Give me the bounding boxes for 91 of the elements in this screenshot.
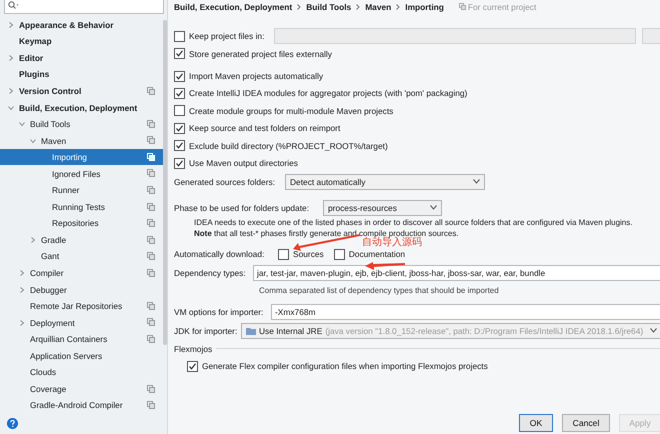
- checkbox[interactable]: [174, 48, 185, 60]
- field-label: VM options for importer:: [174, 306, 264, 317]
- dialog-button[interactable]: OK: [519, 414, 553, 432]
- project-icon: [458, 3, 466, 10]
- checkbox-label: Create IntelliJ IDEA modules for aggregator projects (with 'pom' packaging): [189, 88, 468, 98]
- scrollbar-thumb[interactable]: [163, 20, 167, 345]
- checkbox-label: Store generated project files externally: [189, 48, 332, 59]
- dropdown[interactable]: Detect automatically: [285, 174, 485, 190]
- tree-item[interactable]: Remote Jar Repositories: [0, 298, 167, 314]
- checkbox[interactable]: [174, 158, 185, 169]
- annotation-text: 自动导入源码: [362, 236, 422, 249]
- checkbox-label: Documentation: [348, 249, 406, 260]
- field-label: JDK for importer:: [174, 326, 238, 336]
- checkbox[interactable]: [174, 140, 185, 152]
- tree-item[interactable]: Compiler: [0, 264, 167, 282]
- tree-item[interactable]: Gant: [0, 248, 167, 265]
- tree-item[interactable]: Keymap: [0, 33, 167, 50]
- checkbox-label: Exclude build directory (%PROJECT_ROOT%/target): [189, 140, 388, 151]
- chevron-icon[interactable]: [30, 236, 36, 243]
- chevron-icon[interactable]: [8, 54, 14, 61]
- tree-item[interactable]: Build Tools: [0, 116, 167, 132]
- tree-item[interactable]: Repositories: [0, 215, 167, 232]
- tree-item[interactable]: Debugger: [0, 281, 167, 298]
- chevron-icon[interactable]: [8, 104, 14, 111]
- chevron-icon[interactable]: [8, 22, 14, 28]
- search-icon: [8, 1, 19, 10]
- checkbox[interactable]: [174, 30, 185, 42]
- section-title: Flexmojos: [174, 344, 212, 354]
- caret-icon: [473, 179, 480, 184]
- help-text: Comma separated list of dependency types that should be imported: [259, 284, 500, 297]
- checkbox[interactable]: [174, 88, 185, 99]
- tree-item[interactable]: Editor: [0, 50, 167, 66]
- checkbox-label: Keep project files in:: [189, 31, 264, 41]
- checkbox-label: Sources: [293, 249, 324, 260]
- input-field[interactable]: jar, test-jar, maven-plugin, ejb, ejb-client, jboss-har, jboss-sar, war, ear, bundle: [253, 264, 660, 281]
- checkbox[interactable]: [174, 70, 185, 82]
- checkbox-label: Create module groups for multi-module Maven projects: [189, 106, 394, 116]
- tree-item[interactable]: Runner: [0, 182, 167, 199]
- chevron-icon[interactable]: [19, 121, 25, 128]
- chevron-icon[interactable]: [19, 270, 25, 276]
- checkbox-label: Import Maven projects automatically: [189, 71, 324, 82]
- checkbox[interactable]: [187, 360, 198, 372]
- breadcrumb-item: Build Tools: [306, 2, 352, 12]
- tree-item[interactable]: Arquillian Containers: [0, 330, 167, 348]
- checkbox[interactable]: [174, 105, 185, 116]
- field-label: Automatically download:: [174, 249, 266, 260]
- tree-item[interactable]: Coverage: [0, 380, 167, 398]
- tree-item[interactable]: Maven: [0, 132, 167, 149]
- tree-item[interactable]: Plugins: [0, 66, 167, 83]
- chevron-icon[interactable]: [19, 286, 25, 293]
- input-field[interactable]: -Xmx768m: [271, 304, 660, 320]
- arrow-drawing: [365, 262, 405, 270]
- breadcrumb-item: Importing: [405, 2, 444, 12]
- breadcrumb-item: Build, Execution, Deployment: [174, 2, 292, 12]
- chevron-icon: [297, 4, 302, 10]
- chevron-icon: [356, 4, 360, 10]
- tree-item[interactable]: Gradle: [0, 232, 167, 248]
- tree-item[interactable]: Appearance & Behavior: [0, 16, 167, 34]
- tree-item[interactable]: Gradle-Android Compiler: [0, 397, 167, 414]
- caret-icon: [650, 328, 657, 334]
- dialog-button[interactable]: Cancel: [562, 414, 610, 432]
- caret-icon: [430, 205, 437, 210]
- tree-item[interactable]: Ignored Files: [0, 165, 167, 182]
- field-label: Phase to be used for folders update:: [174, 202, 310, 213]
- chevron-icon[interactable]: [19, 320, 25, 326]
- field-label: Generated sources folders:: [174, 176, 276, 187]
- search-field[interactable]: [4, 0, 164, 14]
- scope-note: For current project: [468, 2, 536, 12]
- checkbox-label: Keep source and test folders on reimport: [189, 123, 340, 134]
- chevron-icon[interactable]: [8, 88, 14, 94]
- checkbox-label: Use Maven output directories: [189, 158, 298, 168]
- tree-item[interactable]: Running Tests: [0, 198, 167, 216]
- help-icon[interactable]: [7, 418, 18, 430]
- checkbox[interactable]: [334, 248, 345, 260]
- field-label: Dependency types:: [174, 268, 247, 278]
- tree-item[interactable]: Build, Execution, Deployment: [0, 99, 167, 116]
- tree-item[interactable]: Version Control: [0, 82, 167, 100]
- dropdown[interactable]: Use Internal JRE (java version "1.8.0_152-release", path: D:/Program Files/IntelliJ IDEA 2018.1.6/jre64): [241, 322, 660, 339]
- tree-item[interactable]: Clouds: [0, 364, 167, 381]
- breadcrumb-item: Maven: [365, 2, 392, 12]
- path-field[interactable]: [274, 28, 636, 44]
- chevron-icon: [396, 4, 400, 10]
- dropdown[interactable]: process-resources: [323, 200, 442, 216]
- chevron-icon[interactable]: [30, 138, 36, 144]
- folder-icon: [246, 326, 256, 335]
- tree-item[interactable]: Application Servers: [0, 347, 167, 364]
- checkbox[interactable]: [174, 122, 185, 134]
- checkbox-label: Generate Flex compiler configuration files when importing Flexmojos projects: [202, 361, 488, 372]
- tree-item[interactable]: Deployment: [0, 314, 167, 331]
- checkbox[interactable]: [278, 248, 289, 260]
- help-text: IDEA needs to execute one of the listed phases in order to discover all source folders that are configured via Maven plugins.: [194, 216, 634, 228]
